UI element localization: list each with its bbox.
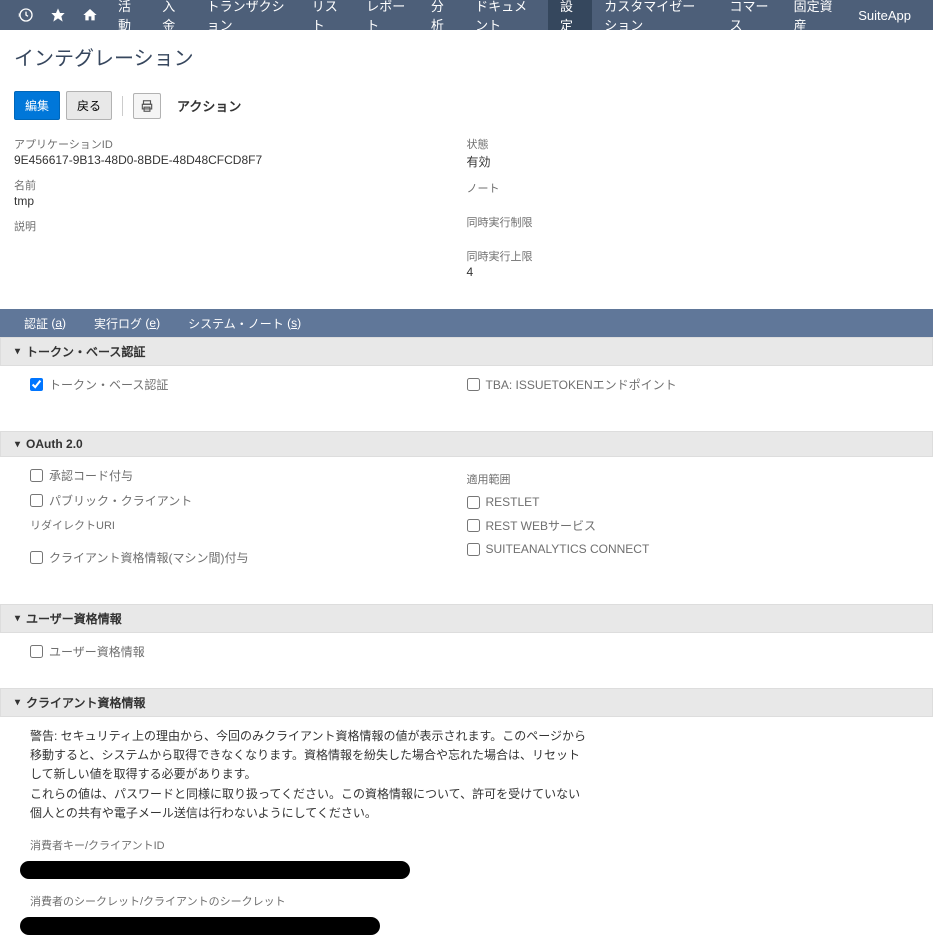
nav-settings[interactable]: 設定 xyxy=(548,0,592,30)
cb-auth-code-row[interactable]: 承認コード付与 xyxy=(30,467,467,484)
state-value: 有効 xyxy=(467,153,920,170)
chevron-down-icon: ▾ xyxy=(15,346,20,357)
nav-suiteapp[interactable]: SuiteApp xyxy=(846,0,923,30)
cb-tba-endpoint-row[interactable]: TBA: ISSUETOKENエンドポイント xyxy=(467,376,904,393)
edit-button[interactable]: 編集 xyxy=(14,91,60,120)
divider xyxy=(122,96,123,116)
home-icon[interactable] xyxy=(74,0,106,30)
state-label: 状態 xyxy=(467,136,920,152)
nav-customization[interactable]: カスタマイゼーション xyxy=(592,0,717,30)
page-header: インテグレーション xyxy=(0,30,933,83)
section-oauth-header[interactable]: ▾ OAuth 2.0 xyxy=(0,431,933,457)
cb-tba-endpoint-label: TBA: ISSUETOKENエンドポイント xyxy=(486,376,677,393)
section-user-cred-body: ユーザー資格情報 xyxy=(0,633,933,688)
page-title: インテグレーション xyxy=(14,42,919,71)
name-value: tmp xyxy=(14,194,467,208)
nav-fixed-assets[interactable]: 固定資産 xyxy=(782,0,847,30)
concurrency-limit-label: 同時実行制限 xyxy=(467,214,920,230)
nav-activity[interactable]: 活動 xyxy=(106,0,150,30)
nav-commerce[interactable]: コマース xyxy=(718,0,782,30)
cb-public-client-label: パブリック・クライアント xyxy=(49,492,192,509)
cb-tba-endpoint[interactable] xyxy=(467,378,480,391)
nav-report[interactable]: レポート xyxy=(354,0,419,30)
consumer-key-label: 消費者キー/クライアントID xyxy=(30,837,903,853)
app-id-label: アプリケーションID xyxy=(14,136,467,152)
cb-suiteanalytics[interactable] xyxy=(467,543,480,556)
action-bar: 編集 戻る アクション xyxy=(0,83,933,132)
redirect-uri-label: リダイレクトURI xyxy=(30,517,467,533)
nav-deposit[interactable]: 入金 xyxy=(150,0,194,30)
cb-suiteanalytics-label: SUITEANALYTICS CONNECT xyxy=(486,542,650,556)
client-cred-warning: 警告: セキュリティ上の理由から、今回のみクライアント資格情報の値が表示されます… xyxy=(0,717,620,829)
name-label: 名前 xyxy=(14,177,467,193)
section-oauth-body: 承認コード付与 パブリック・クライアント リダイレクトURI クライアント資格情… xyxy=(0,457,933,604)
star-icon[interactable] xyxy=(42,0,74,30)
consumer-secret-label: 消費者のシークレット/クライアントのシークレット xyxy=(30,893,903,909)
cb-token-auth-label: トークン・ベース認証 xyxy=(49,376,168,393)
note-label: ノート xyxy=(467,180,920,196)
nav-document[interactable]: ドキュメント xyxy=(463,0,548,30)
field-col-right: 状態 有効 ノート 同時実行制限 同時実行上限 4 xyxy=(467,136,920,289)
nav-analysis[interactable]: 分析 xyxy=(419,0,463,30)
field-col-left: アプリケーションID 9E456617-9B13-48D0-8BDE-48D48… xyxy=(14,136,467,289)
cb-user-cred-row[interactable]: ユーザー資格情報 xyxy=(30,643,903,660)
cb-restlet-label: RESTLET xyxy=(486,495,540,509)
cb-rest-web-label: REST WEBサービス xyxy=(486,517,596,534)
cb-restlet-row[interactable]: RESTLET xyxy=(467,495,904,509)
cb-user-cred[interactable] xyxy=(30,645,43,658)
cb-auth-code-label: 承認コード付与 xyxy=(49,467,133,484)
print-button[interactable] xyxy=(133,93,161,119)
subtab-exec-log[interactable]: 実行ログ (e) xyxy=(80,309,174,337)
cb-public-client[interactable] xyxy=(30,494,43,507)
concurrency-max-value: 4 xyxy=(467,265,920,279)
subtab-sys-note[interactable]: システム・ノート (s) xyxy=(174,309,315,337)
cb-restlet[interactable] xyxy=(467,496,480,509)
top-nav: 活動 入金 トランザクション リスト レポート 分析 ドキュメント 設定 カスタ… xyxy=(0,0,933,30)
chevron-down-icon: ▾ xyxy=(15,697,20,708)
nav-transaction[interactable]: トランザクション xyxy=(195,0,300,30)
chevron-down-icon: ▾ xyxy=(15,439,20,450)
chevron-down-icon: ▾ xyxy=(15,613,20,624)
cb-suiteanalytics-row[interactable]: SUITEANALYTICS CONNECT xyxy=(467,542,904,556)
cb-token-auth[interactable] xyxy=(30,378,43,391)
cb-client-cred-label: クライアント資格情報(マシン間)付与 xyxy=(49,549,249,566)
section-user-cred-title: ユーザー資格情報 xyxy=(26,610,122,627)
fields-area: アプリケーションID 9E456617-9B13-48D0-8BDE-48D48… xyxy=(0,132,933,309)
subtab-auth[interactable]: 認証 (a) xyxy=(10,309,80,337)
subtabs: 認証 (a) 実行ログ (e) システム・ノート (s) xyxy=(0,309,933,337)
section-token-auth-body: トークン・ベース認証 TBA: ISSUETOKENエンドポイント xyxy=(0,366,933,431)
section-token-auth-title: トークン・ベース認証 xyxy=(26,343,145,360)
cb-client-cred[interactable] xyxy=(30,551,43,564)
description-label: 説明 xyxy=(14,218,467,234)
section-token-auth-header[interactable]: ▾ トークン・ベース認証 xyxy=(0,337,933,366)
section-client-cred-title: クライアント資格情報 xyxy=(26,694,146,711)
cb-rest-web[interactable] xyxy=(467,519,480,532)
cb-token-auth-row[interactable]: トークン・ベース認証 xyxy=(30,376,467,393)
scope-label: 適用範囲 xyxy=(467,471,904,487)
consumer-secret-value-redacted xyxy=(20,917,380,935)
action-menu[interactable]: アクション xyxy=(177,96,241,115)
section-user-cred-header[interactable]: ▾ ユーザー資格情報 xyxy=(0,604,933,633)
section-oauth-title: OAuth 2.0 xyxy=(26,437,83,451)
cb-client-cred-row[interactable]: クライアント資格情報(マシン間)付与 xyxy=(30,549,467,566)
section-client-cred-header[interactable]: ▾ クライアント資格情報 xyxy=(0,688,933,717)
cb-public-client-row[interactable]: パブリック・クライアント xyxy=(30,492,467,509)
app-id-value: 9E456617-9B13-48D0-8BDE-48D48CFCD8F7 xyxy=(14,153,467,167)
back-button[interactable]: 戻る xyxy=(66,91,112,120)
history-icon[interactable] xyxy=(10,0,42,30)
cb-user-cred-label: ユーザー資格情報 xyxy=(49,643,145,660)
nav-list[interactable]: リスト xyxy=(300,0,354,30)
cb-rest-web-row[interactable]: REST WEBサービス xyxy=(467,517,904,534)
cb-auth-code[interactable] xyxy=(30,469,43,482)
concurrency-max-label: 同時実行上限 xyxy=(467,248,920,264)
consumer-key-value-redacted xyxy=(20,861,410,879)
